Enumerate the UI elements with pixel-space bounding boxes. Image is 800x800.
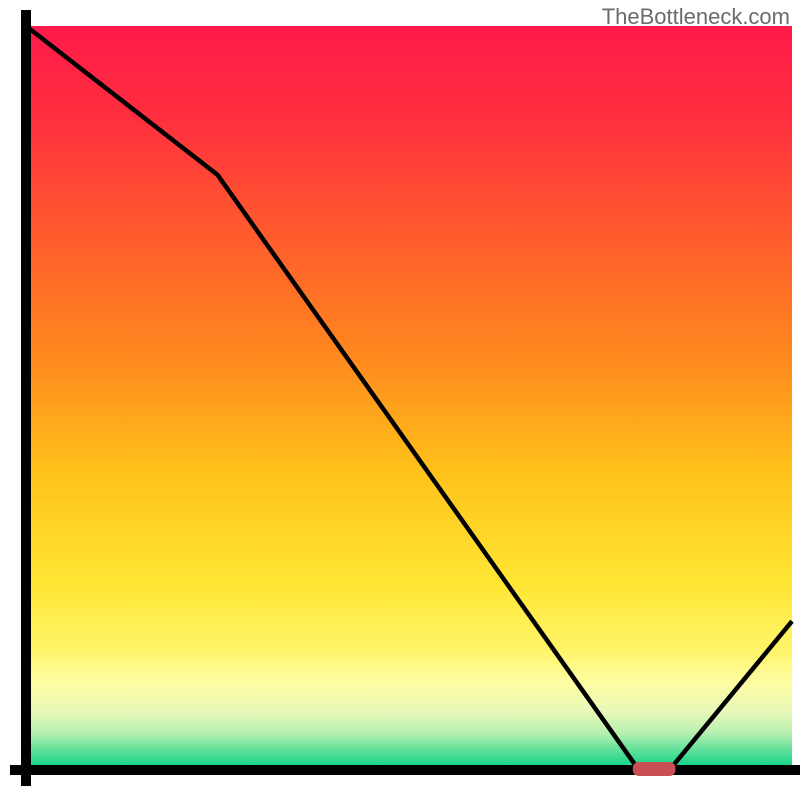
watermark-text: TheBottleneck.com [602,4,790,30]
plot-background [26,26,792,770]
bottleneck-chart [0,0,800,800]
optimal-range-marker [633,762,676,776]
chart-container: TheBottleneck.com [0,0,800,800]
